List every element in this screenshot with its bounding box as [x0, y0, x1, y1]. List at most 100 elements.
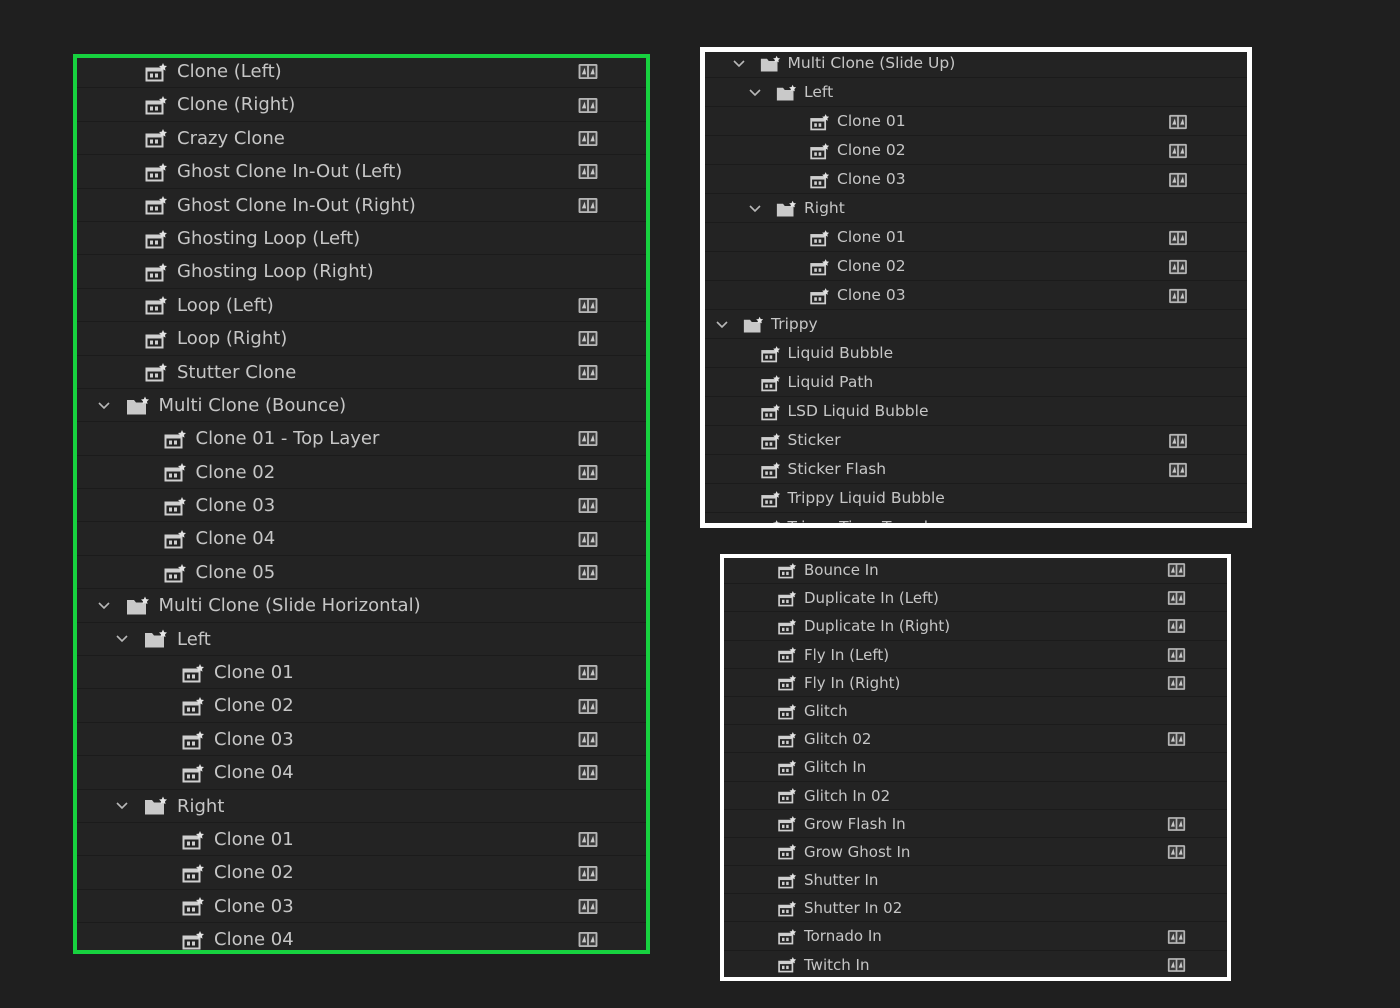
folder-row-multi-clone-bounce[interactable]: Multi Clone (Bounce)	[77, 389, 646, 423]
folder-row-right[interactable]: Right	[77, 790, 646, 823]
preset-icon	[777, 731, 797, 748]
preset-row-clone-01[interactable]: Clone 01	[705, 223, 1247, 252]
gpu-accelerated-badge-icon	[577, 931, 599, 948]
preset-icon	[809, 287, 830, 305]
preset-row-clone-02[interactable]: Clone 02	[705, 136, 1247, 165]
preset-row-clone-04[interactable]: Clone 04	[77, 756, 646, 790]
row-label: Shutter In	[804, 871, 879, 890]
preset-row-ghost-clone-in-out-right[interactable]: Ghost Clone In-Out (Right)	[77, 189, 646, 222]
row-label: Ghost Clone In-Out (Left)	[177, 161, 403, 183]
preset-row-ghost-clone-in-out-left[interactable]: Ghost Clone In-Out (Left)	[77, 155, 646, 189]
preset-row-clone-02[interactable]: Clone 02	[77, 689, 646, 723]
preset-row-clone-04[interactable]: Clone 04	[77, 522, 646, 556]
preset-row-clone-02[interactable]: Clone 02	[705, 252, 1247, 281]
folder-row-left[interactable]: Left	[77, 623, 646, 657]
preset-icon	[144, 128, 168, 148]
preset-icon	[760, 345, 781, 363]
preset-row-fly-in-left[interactable]: Fly In (Left)	[724, 641, 1227, 669]
preset-row-clone-03[interactable]: Clone 03	[77, 890, 646, 924]
gpu-accelerated-badge-icon	[1167, 957, 1186, 973]
preset-row-trippy-time-travel[interactable]: Trippy Time Travel	[705, 513, 1247, 523]
gpu-accelerated-badge-icon	[577, 531, 599, 548]
folder-row-right[interactable]: Right	[705, 194, 1247, 223]
folder-row-left[interactable]: Left	[705, 78, 1247, 107]
preset-row-bounce-in[interactable]: Bounce In	[724, 558, 1227, 585]
preset-row-duplicate-in-right[interactable]: Duplicate In (Right)	[724, 612, 1227, 641]
gpu-accelerated-badge-icon	[577, 63, 599, 80]
preset-row-clone-03[interactable]: Clone 03	[705, 281, 1247, 310]
preset-row-loop-left[interactable]: Loop (Left)	[77, 289, 646, 323]
preset-tree-list: Clone (Left) Clone (Right) Crazy Clone G…	[77, 58, 646, 950]
chevron-down-icon[interactable]	[732, 59, 745, 68]
preset-row-fly-in-right[interactable]: Fly In (Right)	[724, 669, 1227, 697]
preset-row-ghosting-loop-right[interactable]: Ghosting Loop (Right)	[77, 255, 646, 289]
preset-row-clone-03[interactable]: Clone 03	[77, 489, 646, 523]
preset-row-clone-05[interactable]: Clone 05	[77, 556, 646, 590]
preset-row-clone-01-top-layer[interactable]: Clone 01 - Top Layer	[77, 422, 646, 456]
row-label: Ghosting Loop (Right)	[177, 261, 374, 283]
row-label: Shutter In 02	[804, 899, 903, 918]
preset-row-clone-right[interactable]: Clone (Right)	[77, 88, 646, 122]
row-label: Clone 03	[837, 170, 906, 188]
preset-icon	[181, 663, 205, 683]
preset-icon	[163, 496, 187, 516]
preset-row-lsd-liquid-bubble[interactable]: LSD Liquid Bubble	[705, 397, 1247, 426]
chevron-down-icon[interactable]	[716, 320, 728, 329]
preset-icon	[809, 171, 830, 189]
chevron-down-icon[interactable]	[116, 802, 128, 810]
preset-row-clone-03[interactable]: Clone 03	[705, 165, 1247, 194]
folder-row-multi-clone-slide-up[interactable]: Multi Clone (Slide Up)	[705, 52, 1247, 78]
folder-row-multi-clone-slide-horizontal[interactable]: Multi Clone (Slide Horizontal)	[77, 589, 646, 623]
preset-row-stutter-clone[interactable]: Stutter Clone	[77, 356, 646, 389]
chevron-down-icon[interactable]	[116, 635, 128, 643]
gpu-accelerated-badge-icon	[577, 497, 599, 514]
preset-row-loop-right[interactable]: Loop (Right)	[77, 322, 646, 356]
chevron-down-icon[interactable]	[97, 602, 110, 610]
preset-row-sticker-flash[interactable]: Sticker Flash	[705, 455, 1247, 484]
preset-row-glitch-in[interactable]: Glitch In	[724, 753, 1227, 782]
preset-row-clone-01[interactable]: Clone 01	[77, 823, 646, 857]
preset-row-shutter-in[interactable]: Shutter In	[724, 866, 1227, 895]
preset-row-glitch-in-02[interactable]: Glitch In 02	[724, 782, 1227, 810]
chevron-down-icon[interactable]	[749, 204, 761, 213]
preset-row-clone-left[interactable]: Clone (Left)	[77, 58, 646, 89]
preset-icon	[181, 696, 205, 716]
gpu-accelerated-badge-icon	[1168, 230, 1188, 246]
preset-row-clone-01[interactable]: Clone 01	[77, 656, 646, 690]
preset-row-duplicate-in-left[interactable]: Duplicate In (Left)	[724, 584, 1227, 613]
preset-row-tornado-in[interactable]: Tornado In	[724, 922, 1227, 951]
preset-row-liquid-path[interactable]: Liquid Path	[705, 368, 1247, 397]
preset-icon	[809, 113, 830, 131]
preset-row-clone-01[interactable]: Clone 01	[705, 107, 1247, 136]
preset-row-clone-02[interactable]: Clone 02	[77, 856, 646, 890]
row-label: Clone 04	[214, 762, 294, 784]
preset-row-glitch-02[interactable]: Glitch 02	[724, 725, 1227, 754]
row-label: Bounce In	[804, 561, 879, 579]
gpu-accelerated-badge-icon	[577, 430, 599, 447]
preset-row-clone-04[interactable]: Clone 04	[77, 923, 646, 950]
preset-icon	[181, 930, 205, 950]
row-label: Glitch	[804, 701, 848, 720]
preset-icon	[760, 432, 781, 450]
preset-icon	[181, 763, 205, 783]
gpu-accelerated-badge-icon	[577, 163, 599, 180]
preset-icon	[777, 562, 797, 579]
preset-row-ghosting-loop-left[interactable]: Ghosting Loop (Left)	[77, 222, 646, 256]
preset-row-glitch[interactable]: Glitch	[724, 697, 1227, 726]
preset-row-clone-02[interactable]: Clone 02	[77, 456, 646, 490]
preset-row-trippy-liquid-bubble[interactable]: Trippy Liquid Bubble	[705, 484, 1247, 513]
preset-icon	[760, 490, 781, 508]
preset-row-grow-flash-in[interactable]: Grow Flash In	[724, 810, 1227, 838]
folder-row-trippy[interactable]: Trippy	[705, 310, 1247, 339]
preset-row-grow-ghost-in[interactable]: Grow Ghost In	[724, 838, 1227, 867]
row-label: Right	[177, 795, 225, 817]
preset-row-liquid-bubble[interactable]: Liquid Bubble	[705, 339, 1247, 368]
chevron-down-icon[interactable]	[749, 88, 761, 97]
effects-panel-clone-presets: Clone (Left) Clone (Right) Crazy Clone G…	[73, 54, 650, 954]
chevron-down-icon[interactable]	[97, 402, 110, 410]
preset-row-sticker[interactable]: Sticker	[705, 426, 1247, 455]
preset-row-shutter-in-02[interactable]: Shutter In 02	[724, 894, 1227, 923]
preset-row-crazy-clone[interactable]: Crazy Clone	[77, 122, 646, 156]
preset-row-clone-03[interactable]: Clone 03	[77, 723, 646, 757]
preset-row-twitch-in[interactable]: Twitch In	[724, 951, 1227, 977]
